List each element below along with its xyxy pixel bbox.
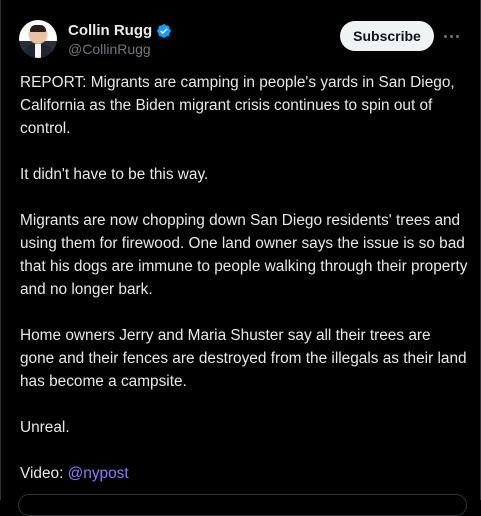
tweet-paragraph: Home owners Jerry and Maria Shuster say … bbox=[20, 327, 467, 390]
more-horizontal-icon[interactable] bbox=[441, 26, 461, 46]
tweet-paragraph: Unreal. bbox=[20, 419, 70, 436]
tweet-paragraph: REPORT: Migrants are camping in people's… bbox=[20, 74, 455, 137]
tweet-paragraph: It didn't have to be this way. bbox=[20, 166, 209, 183]
name-row: Collin Rugg bbox=[68, 22, 172, 39]
tweet-text: REPORT: Migrants are camping in people's… bbox=[20, 71, 468, 485]
avatar[interactable] bbox=[19, 20, 57, 58]
dot bbox=[449, 34, 453, 38]
tweet-header: Collin Rugg @CollinRugg Subscribe bbox=[19, 20, 469, 60]
display-name[interactable]: Collin Rugg bbox=[68, 22, 152, 39]
tweet-card: Collin Rugg @CollinRugg Subscribe REPORT… bbox=[0, 0, 481, 516]
avatar-hair bbox=[30, 25, 46, 32]
video-credit-prefix: Video: bbox=[20, 465, 68, 482]
mention-link[interactable]: @nypost bbox=[68, 465, 129, 482]
user-handle[interactable]: @CollinRugg bbox=[68, 41, 151, 57]
video-credit: Video: @nypost bbox=[20, 462, 468, 485]
dot bbox=[443, 34, 447, 38]
media-card-edge[interactable] bbox=[18, 494, 467, 516]
avatar-shirt bbox=[35, 44, 41, 58]
tweet-paragraph: Migrants are now chopping down San Diego… bbox=[20, 212, 468, 298]
subscribe-button[interactable]: Subscribe bbox=[340, 21, 434, 51]
dot bbox=[455, 34, 459, 38]
verified-badge-icon bbox=[156, 23, 172, 39]
